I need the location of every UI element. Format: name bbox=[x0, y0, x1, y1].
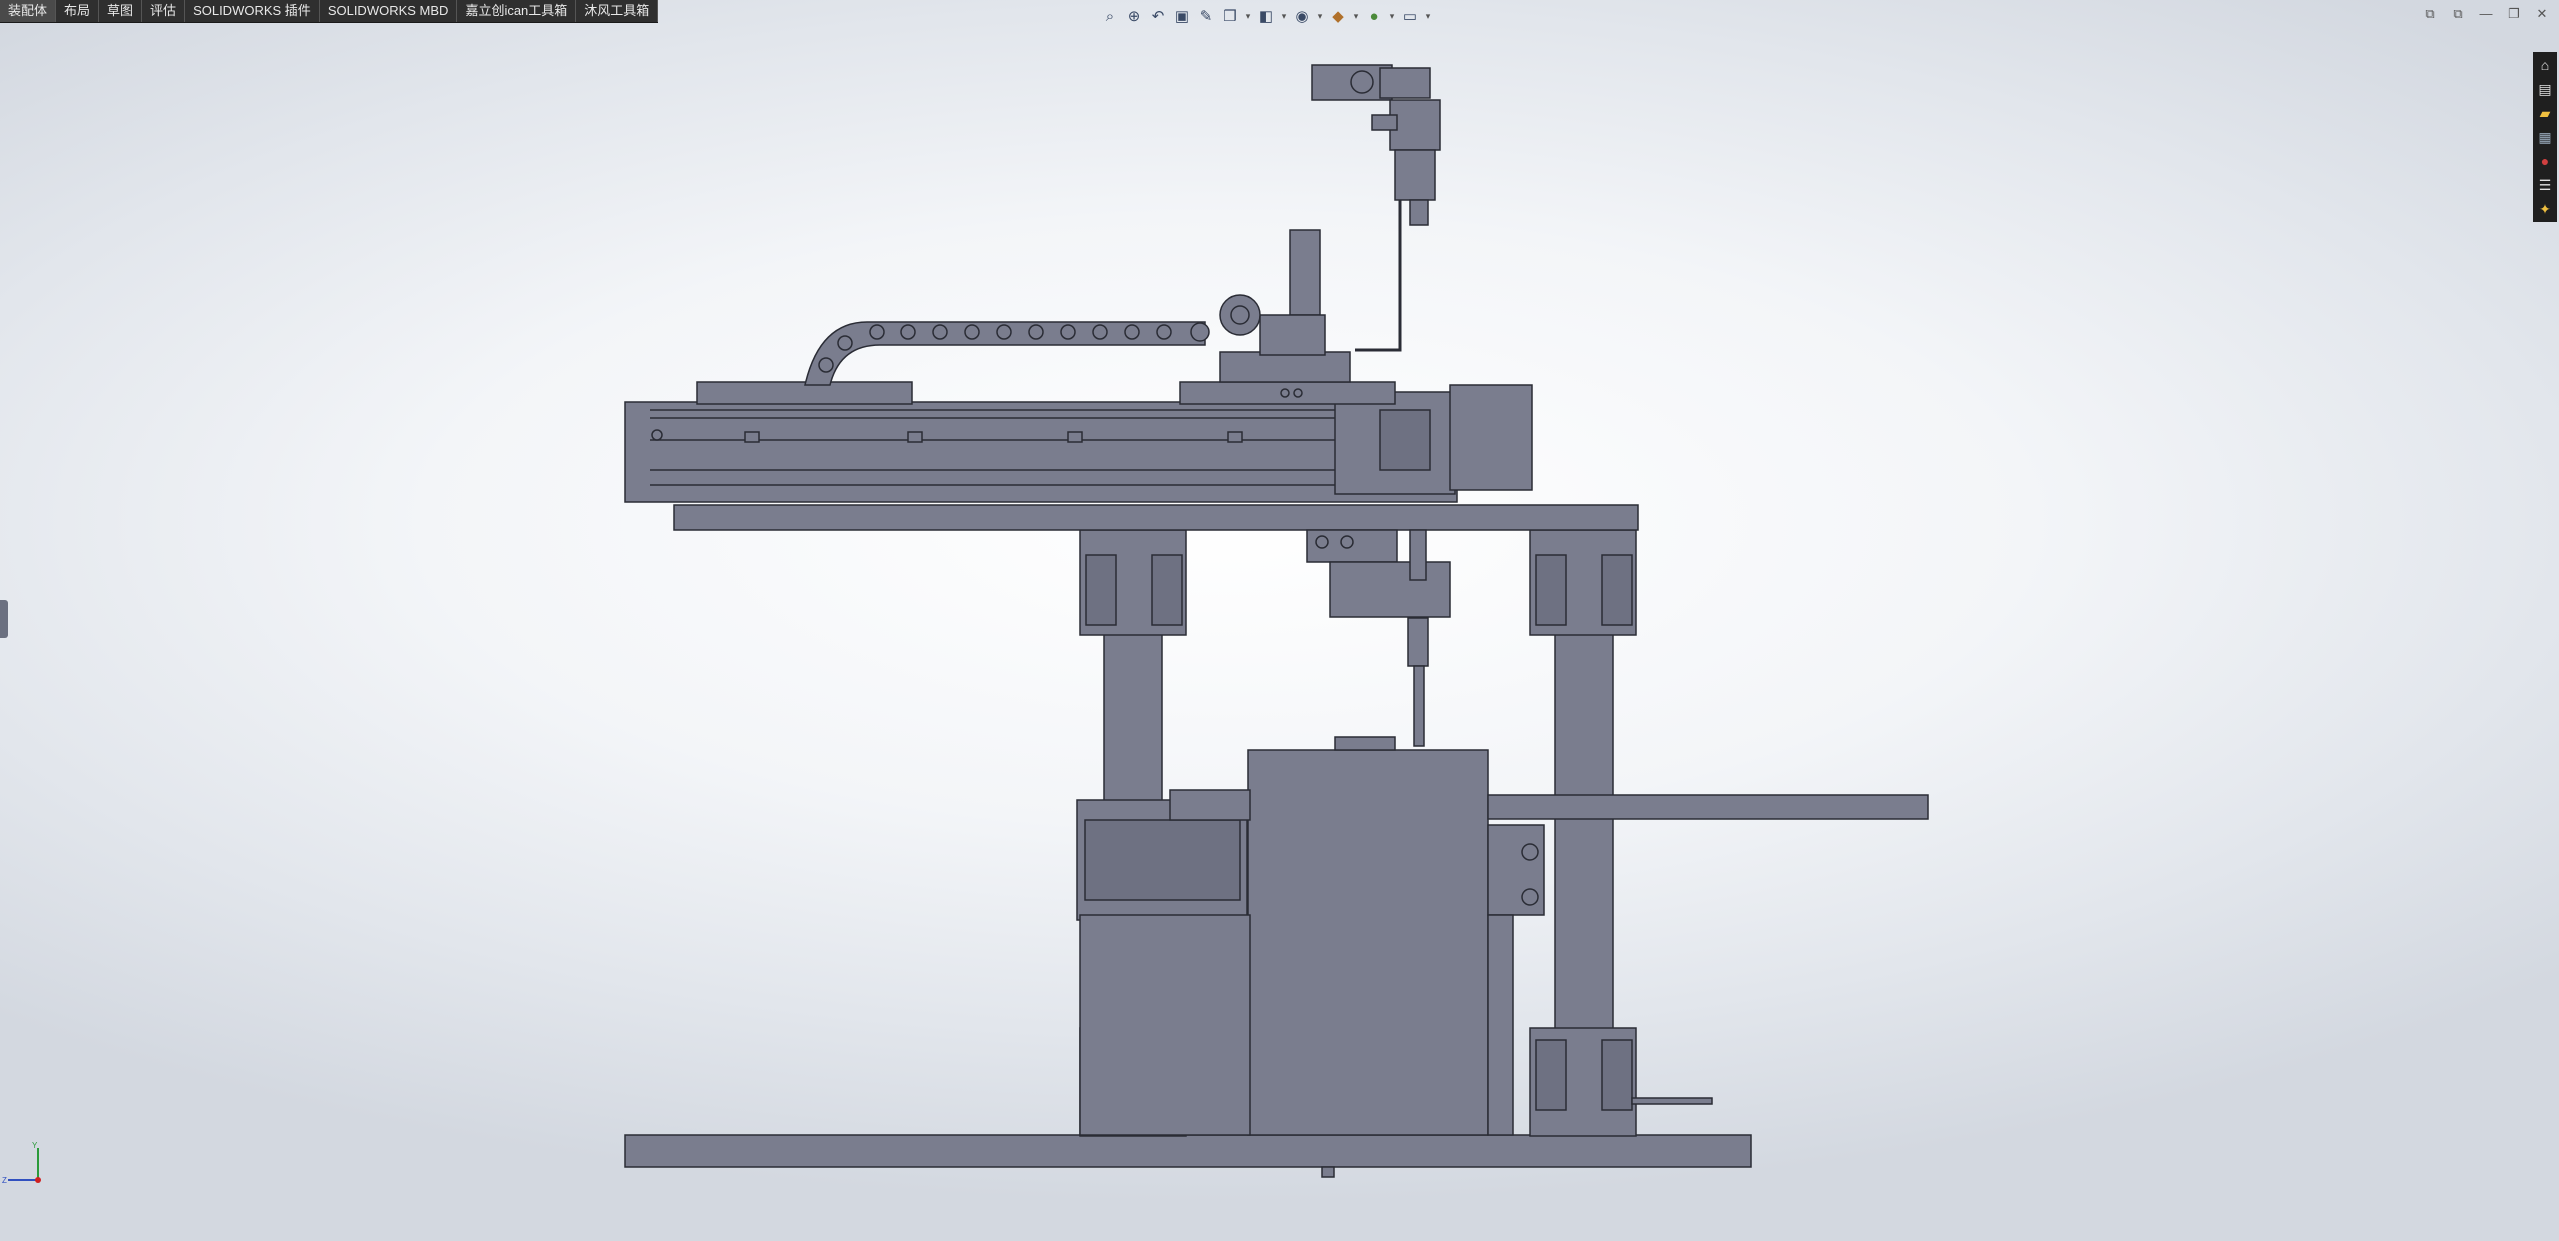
triad-z-label: Z bbox=[2, 1176, 7, 1184]
appearances-scenes-icon[interactable]: ● bbox=[2533, 150, 2557, 172]
dynamic-annotation-icon[interactable]: ✎ bbox=[1196, 6, 1216, 26]
design-library-icon[interactable]: ▤ bbox=[2533, 78, 2557, 100]
close-icon[interactable]: ✕ bbox=[2533, 6, 2551, 22]
command-manager-tabs: 装配体 布局 草图 评估 SOLIDWORKS 插件 SOLIDWORKS MB… bbox=[0, 0, 659, 23]
tab-sketch[interactable]: 草图 bbox=[99, 0, 143, 22]
scene-dropdown[interactable]: ▾ bbox=[1388, 11, 1396, 22]
file-explorer-icon[interactable]: ▰ bbox=[2533, 102, 2557, 124]
view-orientation-icon[interactable]: ❒ bbox=[1220, 6, 1240, 26]
right-pillar bbox=[1554, 629, 1614, 1031]
linear-module bbox=[624, 401, 1458, 503]
tab-assembly[interactable]: 装配体 bbox=[0, 0, 57, 22]
assembly-model-viewport[interactable] bbox=[0, 0, 2559, 1241]
minimize-icon[interactable]: — bbox=[2477, 6, 2495, 22]
hide-show-items-icon[interactable]: ◉ bbox=[1292, 6, 1312, 26]
hide-show-dropdown[interactable]: ▾ bbox=[1316, 11, 1324, 22]
apply-scene-icon[interactable]: ● bbox=[1364, 6, 1384, 26]
tab-mufeng-toolbox[interactable]: 沐风工具箱 bbox=[576, 0, 659, 22]
edit-appearance-icon[interactable]: ◆ bbox=[1328, 6, 1348, 26]
feature-tree-toggle-handle[interactable] bbox=[0, 600, 8, 638]
zoom-to-fit-icon[interactable]: ⌕ bbox=[1100, 6, 1120, 26]
tab-solidworks-addins[interactable]: SOLIDWORKS 插件 bbox=[185, 0, 320, 22]
window-controls: ⧉ ⧉ — ❐ ✕ bbox=[2421, 6, 2551, 22]
view-settings-icon[interactable]: ▭ bbox=[1400, 6, 1420, 26]
view-palette-icon[interactable]: ▦ bbox=[2533, 126, 2557, 148]
central-box bbox=[1247, 749, 1489, 1136]
triad-y-label: Y bbox=[32, 1141, 38, 1150]
previous-view-icon[interactable]: ↶ bbox=[1148, 6, 1168, 26]
tab-layout[interactable]: 布局 bbox=[56, 0, 100, 22]
top-plate bbox=[673, 504, 1639, 531]
display-style-dropdown[interactable]: ▾ bbox=[1280, 11, 1288, 22]
custom-properties-icon[interactable]: ☰ bbox=[2533, 174, 2557, 196]
view-orientation-dropdown[interactable]: ▾ bbox=[1244, 11, 1252, 22]
heads-up-view-toolbar: ⌕ ⊕ ↶ ▣ ✎ ❒ ▾ ◧ ▾ ◉ ▾ ◆ ▾ ● ▾ ▭ ▾ bbox=[1100, 2, 1432, 30]
zoom-to-area-icon[interactable]: ⊕ bbox=[1124, 6, 1144, 26]
tab-evaluate[interactable]: 评估 bbox=[142, 0, 186, 22]
base-plate bbox=[624, 1134, 1752, 1168]
tab-solidworks-mbd[interactable]: SOLIDWORKS MBD bbox=[320, 0, 458, 22]
solidworks-resources-icon[interactable]: ⌂ bbox=[2533, 54, 2557, 76]
task-pane: ⌂ ▤ ▰ ▦ ● ☰ ✦ bbox=[2533, 52, 2557, 222]
tile-right-icon[interactable]: ⧉ bbox=[2449, 6, 2467, 22]
tile-left-icon[interactable]: ⧉ bbox=[2421, 6, 2439, 22]
reference-triad: Y Z bbox=[2, 1141, 41, 1184]
appearance-dropdown[interactable]: ▾ bbox=[1352, 11, 1360, 22]
restore-icon[interactable]: ❐ bbox=[2505, 6, 2523, 22]
display-style-icon[interactable]: ◧ bbox=[1256, 6, 1276, 26]
view-settings-dropdown[interactable]: ▾ bbox=[1424, 11, 1432, 22]
forum-icon[interactable]: ✦ bbox=[2533, 198, 2557, 220]
section-view-icon[interactable]: ▣ bbox=[1172, 6, 1192, 26]
tab-jialichuang-toolbox[interactable]: 嘉立创ican工具箱 bbox=[457, 0, 577, 22]
